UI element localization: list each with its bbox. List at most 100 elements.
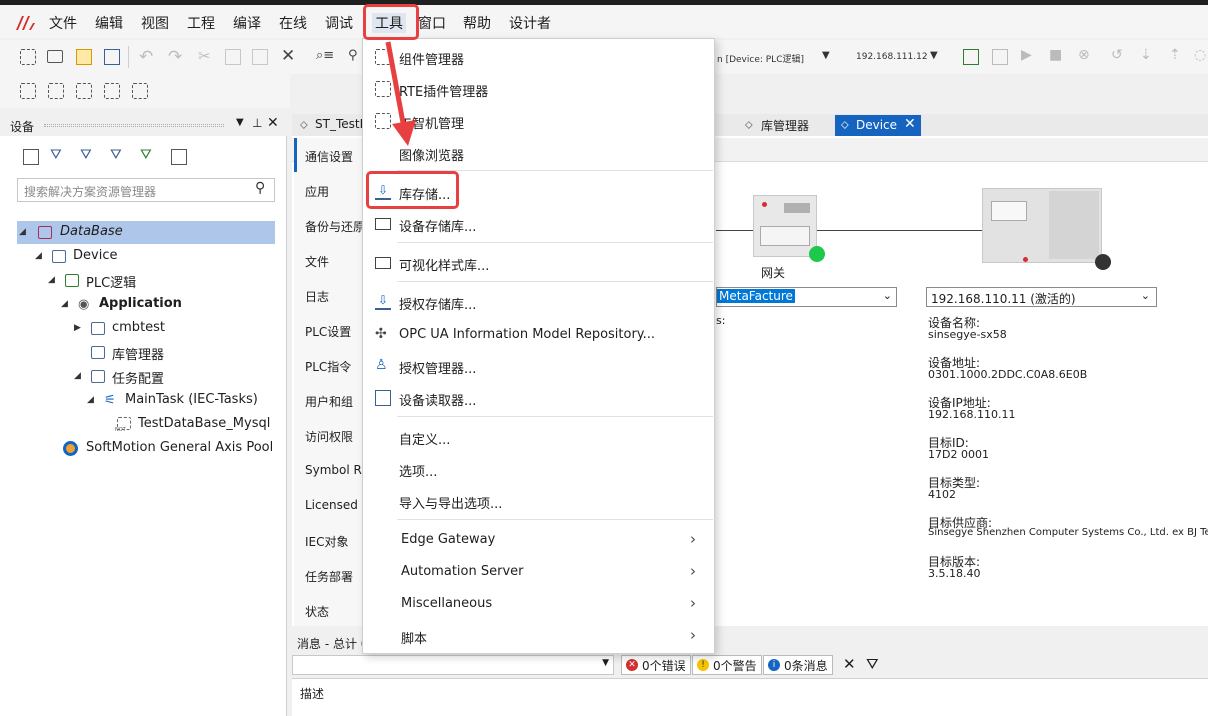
- infos-filter[interactable]: i 0条消息: [763, 655, 833, 675]
- filter-icon[interactable]: ⛛: [50, 147, 62, 163]
- document-icon[interactable]: [104, 83, 120, 99]
- menu-item-license-repository[interactable]: ⇩ 授权存储库...: [363, 287, 714, 317]
- menu-window[interactable]: 窗口: [418, 13, 446, 33]
- tree-item-cmbtest[interactable]: cmbtest: [112, 320, 165, 335]
- clear-filter-icon[interactable]: ⛛: [866, 655, 879, 673]
- tree-item-plc-logic[interactable]: PLC逻辑: [86, 272, 136, 291]
- search-icon[interactable]: ⚲: [255, 180, 265, 196]
- expanded-arrow-icon[interactable]: ◢: [48, 275, 55, 285]
- menu-item-visualization-style[interactable]: 可视化样式库...: [363, 248, 714, 278]
- message-source-select[interactable]: ▼: [292, 655, 614, 675]
- logout-icon[interactable]: [992, 49, 1008, 65]
- tree-item-axis-pool[interactable]: SoftMotion General Axis Pool: [86, 440, 273, 455]
- menu-edit[interactable]: 编辑: [95, 13, 123, 33]
- nav-application[interactable]: 应用: [305, 183, 329, 200]
- tree-item-testdatabase[interactable]: TestDataBase_Mysql: [138, 416, 270, 431]
- chevron-down-icon[interactable]: ▼: [822, 50, 830, 61]
- menu-item-options[interactable]: 选项...: [363, 454, 714, 484]
- document-icon[interactable]: [20, 83, 36, 99]
- menu-build[interactable]: 编译: [233, 13, 261, 33]
- chevron-down-icon[interactable]: ▼: [236, 117, 244, 128]
- tree-item-device[interactable]: Device: [73, 248, 117, 263]
- login-icon[interactable]: [963, 49, 979, 65]
- menu-item-miscellaneous[interactable]: Miscellaneous ›: [363, 589, 714, 619]
- chevron-down-icon[interactable]: ▼: [930, 50, 938, 61]
- filter-active-icon[interactable]: ⛛: [140, 147, 152, 163]
- open-folder-icon[interactable]: [47, 50, 63, 63]
- collapsed-arrow-icon[interactable]: ▶: [74, 323, 81, 333]
- find-icon[interactable]: ⌕≡: [316, 48, 334, 63]
- search-input[interactable]: 搜索解决方案资源管理器 ⚲: [17, 178, 275, 202]
- filter-down-icon[interactable]: ⛛: [80, 147, 92, 163]
- close-icon[interactable]: ✕: [904, 116, 916, 132]
- nav-status[interactable]: 状态: [305, 603, 329, 620]
- menu-debug[interactable]: 调试: [325, 13, 353, 33]
- menu-item-license-manager[interactable]: ♙ 授权管理器...: [363, 351, 714, 381]
- tree-item-application[interactable]: Application: [99, 296, 182, 311]
- menu-designer[interactable]: 设计者: [509, 13, 551, 33]
- step-into-icon[interactable]: ⇣: [1140, 47, 1152, 63]
- warnings-filter[interactable]: ! 0个警告: [692, 655, 762, 675]
- expanded-arrow-icon[interactable]: ◢: [74, 371, 81, 381]
- pin-icon[interactable]: ⊥: [252, 116, 262, 130]
- pin-icon[interactable]: ⚲: [348, 48, 358, 63]
- menu-item-scripts[interactable]: 脚本 ›: [363, 621, 714, 651]
- menu-item-automation-server[interactable]: Automation Server ›: [363, 557, 714, 587]
- nav-plc-settings[interactable]: PLC设置: [305, 323, 351, 340]
- gateway-select[interactable]: MetaFacture ⌄: [716, 287, 897, 307]
- nav-users-groups[interactable]: 用户和组: [305, 393, 353, 410]
- expanded-arrow-icon[interactable]: ◢: [35, 251, 42, 261]
- menu-item-device-repository[interactable]: 设备存储库...: [363, 209, 714, 239]
- tree-item-task-config[interactable]: 任务配置: [112, 368, 164, 387]
- settings-folder-icon[interactable]: [171, 149, 187, 165]
- chevron-down-icon[interactable]: ⌄: [883, 289, 892, 302]
- close-icon[interactable]: ✕: [267, 115, 279, 131]
- nav-communication[interactable]: 通信设置: [305, 148, 353, 165]
- step-over-icon[interactable]: ↺: [1111, 47, 1123, 63]
- start-icon[interactable]: ▶: [1021, 47, 1032, 63]
- document-icon[interactable]: [132, 83, 148, 99]
- tree-item-database[interactable]: DataBase: [60, 224, 123, 239]
- tab-library-manager[interactable]: 库管理器: [761, 117, 809, 134]
- nav-task-deployment[interactable]: 任务部署: [305, 568, 353, 585]
- paste-icon[interactable]: [252, 49, 268, 65]
- expanded-arrow-icon[interactable]: ◢: [19, 227, 26, 237]
- breakpoint-icon[interactable]: ◌: [1194, 47, 1206, 63]
- menu-item-customize[interactable]: 自定义...: [363, 422, 714, 452]
- nav-access-rights[interactable]: 访问权限: [305, 428, 353, 445]
- step-out-icon[interactable]: ⇡: [1169, 47, 1181, 63]
- nav-backup[interactable]: 备份与还原: [305, 218, 365, 235]
- reset-icon[interactable]: ⊗: [1078, 47, 1090, 63]
- menu-item-opc-ua-repository[interactable]: ✣ OPC UA Information Model Repository...: [363, 320, 714, 350]
- menu-help[interactable]: 帮助: [463, 13, 491, 33]
- cut-icon[interactable]: ✂: [198, 47, 211, 65]
- panel-grip[interactable]: [44, 124, 224, 127]
- document-icon[interactable]: [76, 83, 92, 99]
- menu-file[interactable]: 文件: [49, 13, 77, 33]
- delete-icon[interactable]: ✕: [281, 46, 295, 66]
- menu-item-import-export-options[interactable]: 导入与导出选项...: [363, 486, 714, 516]
- chevron-down-icon[interactable]: ⌄: [1141, 289, 1150, 302]
- undo-icon[interactable]: ↶: [139, 47, 153, 67]
- nav-files[interactable]: 文件: [305, 253, 329, 270]
- expand-icon[interactable]: [23, 149, 39, 165]
- menu-item-device-reader[interactable]: 设备读取器...: [363, 383, 714, 413]
- expanded-arrow-icon[interactable]: ◢: [61, 299, 68, 309]
- menu-view[interactable]: 视图: [141, 13, 169, 33]
- tree-item-maintask[interactable]: MainTask (IEC-Tasks): [125, 392, 258, 407]
- nav-log[interactable]: 日志: [305, 288, 329, 305]
- stop-icon[interactable]: ■: [1049, 47, 1062, 63]
- save-icon[interactable]: [76, 49, 92, 65]
- menu-online[interactable]: 在线: [279, 13, 307, 33]
- nav-iec-objects[interactable]: IEC对象: [305, 533, 349, 550]
- redo-icon[interactable]: ↷: [168, 47, 182, 67]
- menu-project[interactable]: 工程: [187, 13, 215, 33]
- new-file-icon[interactable]: [20, 49, 36, 65]
- clear-messages-icon[interactable]: ✕: [843, 655, 856, 673]
- chevron-down-icon[interactable]: ▼: [602, 658, 609, 668]
- errors-filter[interactable]: ✕ 0个错误: [621, 655, 691, 675]
- print-icon[interactable]: [104, 49, 120, 65]
- expanded-arrow-icon[interactable]: ◢: [87, 395, 94, 405]
- document-icon[interactable]: [48, 83, 64, 99]
- device-select[interactable]: 192.168.110.11 (激活的) ⌄: [926, 287, 1157, 307]
